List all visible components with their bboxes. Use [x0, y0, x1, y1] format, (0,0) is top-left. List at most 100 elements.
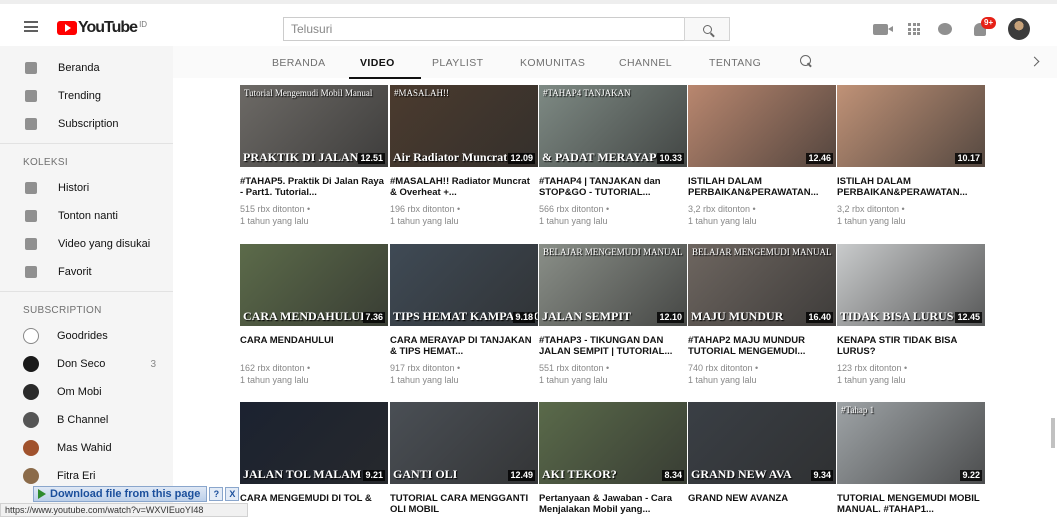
video-title[interactable]: #TAHAP2 MAJU MUNDUR TUTORIAL MENGEMUDI..… [688, 335, 836, 357]
video-title[interactable]: #TAHAP3 - TIKUNGAN DAN JALAN SEMPIT | TU… [539, 335, 687, 357]
video-thumbnail[interactable]: GANTI OLI 12.49 [390, 402, 538, 484]
sidebar-item-koleksi-1[interactable]: Tonton nanti [0, 202, 173, 230]
messages-icon[interactable] [938, 23, 952, 35]
video-title[interactable]: #TAHAP4 | TANJAKAN dan STOP&GO - TUTORIA… [539, 176, 687, 198]
video-thumbnail[interactable]: #TAHAP4 TANJAKAN & PADAT MERAYAP 10.33 [539, 85, 687, 167]
subscription-item[interactable]: Don Seco 3 [0, 350, 173, 378]
view-count: 917 rbx ditonton • [390, 363, 461, 373]
tab-channel[interactable]: CHANNEL [619, 57, 672, 69]
sidebar-item-label: Subscription [58, 118, 119, 130]
video-thumbnail[interactable]: 10.17 [837, 85, 985, 167]
video-card[interactable]: BELAJAR MENGEMUDI MANUAL MAJU MUNDUR 16.… [688, 244, 836, 386]
thumbnail-caption-top: BELAJAR MENGEMUDI MANUAL [692, 247, 832, 257]
video-thumbnail[interactable]: TIPS HEMAT KAMPAS KOPLING 9.18 [390, 244, 538, 326]
apps-icon[interactable] [908, 23, 920, 35]
video-meta: 917 rbx ditonton • 1 tahun yang lalu [390, 362, 538, 386]
video-card[interactable]: 12.46 ISTILAH DALAM PERBAIKAN&PERAWATAN.… [688, 85, 836, 227]
help-button[interactable]: ? [209, 487, 224, 501]
video-thumbnail[interactable]: Tutorial Mengemudi Mobil Manual PRAKTIK … [240, 85, 388, 167]
video-card[interactable]: AKI TEKOR? 8.34 Pertanyaan & Jawaban - C… [539, 402, 687, 517]
video-title[interactable]: GRAND NEW AVANZA [688, 493, 836, 515]
channel-avatar [23, 328, 39, 344]
sidebar-item-beranda[interactable]: Beranda [0, 54, 173, 82]
video-thumbnail[interactable]: AKI TEKOR? 8.34 [539, 402, 687, 484]
tab-playlist[interactable]: PLAYLIST [432, 57, 483, 69]
video-card[interactable]: JALAN TOL MALAM 9.21 CARA MENGEMUDI DI T… [240, 402, 388, 517]
video-thumbnail[interactable]: JALAN TOL MALAM 9.21 [240, 402, 388, 484]
tab-tentang[interactable]: TENTANG [709, 57, 761, 69]
video-card[interactable]: #MASALAH!! Air Radiator Muncrat 12.09 #M… [390, 85, 538, 227]
subscription-label: Fitra Eri [57, 470, 96, 482]
video-duration: 10.33 [657, 153, 684, 164]
video-card[interactable]: GANTI OLI 12.49 TUTORIAL CARA MENGGANTI … [390, 402, 538, 517]
download-helper-bar: Download file from this page ? X [33, 486, 240, 502]
video-card[interactable]: 10.17 ISTILAH DALAM PERBAIKAN&PERAWATAN.… [837, 85, 985, 227]
home-icon [25, 62, 37, 74]
video-duration: 12.51 [358, 153, 385, 164]
video-card[interactable]: TIPS HEMAT KAMPAS KOPLING 9.18 CARA MERA… [390, 244, 538, 386]
menu-icon[interactable] [24, 21, 38, 32]
sidebar-item-koleksi-3[interactable]: Favorit [0, 258, 173, 286]
video-card[interactable]: Tutorial Mengemudi Mobil Manual PRAKTIK … [240, 85, 388, 227]
video-card[interactable]: TIDAK BISA LURUS 12.45 KENAPA STIR TIDAK… [837, 244, 985, 386]
view-count: 162 rbx ditonton • [240, 363, 311, 373]
video-title[interactable]: CARA MERAYAP DI TANJAKAN & TIPS HEMAT... [390, 335, 538, 357]
video-thumbnail[interactable]: CARA MENDAHULUI 7.36 [240, 244, 388, 326]
video-title[interactable]: KENAPA STIR TIDAK BISA LURUS? [837, 335, 985, 357]
view-count: 123 rbx ditonton • [837, 363, 908, 373]
koleksi-heading: KOLEKSI [23, 157, 68, 168]
subscription-item[interactable]: Mas Wahid [0, 434, 173, 462]
view-count: 3,2 rbx ditonton • [688, 204, 756, 214]
video-title[interactable]: CARA MENDAHULUI [240, 335, 388, 357]
video-card[interactable]: GRAND NEW AVA 9.34 GRAND NEW AVANZA 101 … [688, 402, 836, 517]
download-button[interactable]: Download file from this page [33, 486, 208, 502]
account-avatar[interactable] [1008, 18, 1030, 40]
view-count: 566 rbx ditonton • [539, 204, 610, 214]
video-thumbnail[interactable]: #MASALAH!! Air Radiator Muncrat 12.09 [390, 85, 538, 167]
video-meta: 3,2 rbx ditonton • 1 tahun yang lalu [837, 203, 985, 227]
search-input[interactable]: Telusuri [283, 17, 685, 41]
subscription-item[interactable]: Goodrides [0, 322, 173, 350]
video-title[interactable]: #TAHAP5. Praktik Di Jalan Raya - Part1. … [240, 176, 388, 198]
video-title[interactable]: CARA MENGEMUDI DI TOL & [240, 493, 388, 515]
youtube-logo[interactable]: YouTube ID [57, 19, 147, 37]
upload-age: 1 tahun yang lalu [688, 375, 757, 385]
subscription-label: Mas Wahid [57, 442, 112, 454]
video-thumbnail[interactable]: TIDAK BISA LURUS 12.45 [837, 244, 985, 326]
video-card[interactable]: BELAJAR MENGEMUDI MANUAL JALAN SEMPIT 12… [539, 244, 687, 386]
sidebar-item-koleksi-2[interactable]: Video yang disukai [0, 230, 173, 258]
video-title[interactable]: #MASALAH!! Radiator Muncrat & Overheat +… [390, 176, 538, 198]
subscription-item[interactable]: Om Mobi [0, 378, 173, 406]
sidebar-item-trending[interactable]: Trending [0, 82, 173, 110]
video-thumbnail[interactable]: BELAJAR MENGEMUDI MANUAL MAJU MUNDUR 16.… [688, 244, 836, 326]
tab-video[interactable]: VIDEO [360, 57, 395, 69]
video-thumbnail[interactable]: BELAJAR MENGEMUDI MANUAL JALAN SEMPIT 12… [539, 244, 687, 326]
video-title[interactable]: ISTILAH DALAM PERBAIKAN&PERAWATAN... [837, 176, 985, 198]
search-button[interactable] [684, 17, 730, 41]
thumbnail-caption-top: #Tahap 1 [841, 405, 875, 415]
video-title[interactable]: TUTORIAL CARA MENGGANTI OLI MOBIL [390, 493, 538, 515]
create-video-icon[interactable] [873, 23, 893, 35]
subscription-item[interactable]: B Channel [0, 406, 173, 434]
notifications-bell-icon[interactable]: 9+ [974, 16, 997, 36]
tab-beranda[interactable]: BERANDA [272, 57, 326, 69]
sidebar-item-subscription[interactable]: Subscription [0, 110, 173, 138]
tab-komunitas[interactable]: KOMUNITAS [520, 57, 585, 69]
video-card[interactable]: #TAHAP4 TANJAKAN & PADAT MERAYAP 10.33 #… [539, 85, 687, 227]
thumbnail-caption-top: #TAHAP4 TANJAKAN [543, 88, 631, 98]
video-thumbnail[interactable]: 12.46 [688, 85, 836, 167]
sidebar-item-label: Histori [58, 182, 90, 194]
video-thumbnail[interactable]: #Tahap 1 9.22 [837, 402, 985, 484]
video-title[interactable]: ISTILAH DALAM PERBAIKAN&PERAWATAN... [688, 176, 836, 198]
video-card[interactable]: CARA MENDAHULUI 7.36 CARA MENDAHULUI 162… [240, 244, 388, 386]
sidebar-item-koleksi-0[interactable]: Histori [0, 174, 173, 202]
chevron-right-icon[interactable] [1029, 56, 1040, 67]
video-title[interactable]: TUTORIAL MENGEMUDI MOBIL MANUAL. #TAHAP1… [837, 493, 985, 515]
video-card[interactable]: #Tahap 1 9.22 TUTORIAL MENGEMUDI MOBIL M… [837, 402, 985, 517]
video-thumbnail[interactable]: GRAND NEW AVA 9.34 [688, 402, 836, 484]
close-button[interactable]: X [225, 487, 240, 501]
video-title[interactable]: Pertanyaan & Jawaban - Cara Menjalakan M… [539, 493, 687, 515]
channel-search-icon[interactable] [800, 55, 811, 66]
view-count: 3,2 rbx ditonton • [837, 204, 905, 214]
scrollbar-thumb[interactable] [1051, 418, 1055, 448]
